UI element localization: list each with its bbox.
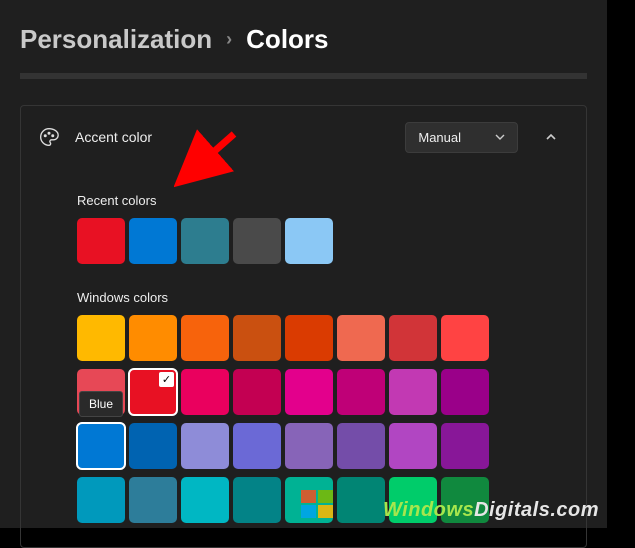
windows-colors-grid: ✓ Blue [77,315,530,527]
accent-mode-value: Manual [418,130,461,145]
recent-colors-heading: Recent colors [77,193,530,208]
check-icon: ✓ [159,372,174,387]
accent-color-header: Accent color Manual [21,106,586,169]
recent-color-swatch[interactable] [129,218,177,264]
windows-color-swatch[interactable] [233,477,281,523]
windows-color-swatch[interactable] [181,423,229,469]
windows-color-swatch[interactable] [129,315,177,361]
recent-colors-row [77,218,530,264]
windows-color-swatch[interactable] [233,423,281,469]
windows-color-swatch[interactable] [337,369,385,415]
windows-color-swatch[interactable] [285,477,333,523]
windows-color-swatch[interactable] [389,315,437,361]
windows-color-swatch[interactable] [337,315,385,361]
windows-color-swatch[interactable] [441,423,489,469]
accent-mode-dropdown[interactable]: Manual [405,122,518,153]
color-tooltip: Blue [79,391,123,417]
recent-color-swatch[interactable] [181,218,229,264]
windows-color-swatch[interactable] [129,423,177,469]
chevron-right-icon: › [226,29,232,50]
windows-colors-heading: Windows colors [77,290,530,305]
recent-color-swatch[interactable] [77,218,125,264]
windows-color-swatch[interactable] [181,315,229,361]
chevron-up-icon [545,131,557,143]
windows-color-swatch[interactable] [389,369,437,415]
windows-color-swatch[interactable] [181,369,229,415]
windows-color-swatch[interactable]: Blue [77,423,125,469]
windows-color-swatch[interactable] [181,477,229,523]
windows-color-swatch[interactable] [285,369,333,415]
windows-color-swatch[interactable] [233,315,281,361]
accent-color-panel: Accent color Manual Recent colors Window… [20,105,587,548]
recent-color-swatch[interactable] [233,218,281,264]
collapse-button[interactable] [534,120,568,154]
windows-color-swatch[interactable] [441,369,489,415]
windows-color-swatch[interactable] [233,369,281,415]
accent-color-label: Accent color [75,129,389,145]
windows-color-swatch[interactable] [441,477,489,523]
palette-icon [39,127,59,147]
windows-color-swatch[interactable] [77,477,125,523]
windows-color-swatch[interactable]: ✓ [129,369,177,415]
progress-bar [20,73,587,79]
windows-color-swatch[interactable] [337,423,385,469]
breadcrumb: Personalization › Colors [20,24,587,55]
windows-color-swatch[interactable] [389,423,437,469]
windows-color-swatch[interactable] [441,315,489,361]
recent-color-swatch[interactable] [285,218,333,264]
windows-color-swatch[interactable] [129,477,177,523]
windows-color-swatch[interactable] [389,477,437,523]
breadcrumb-parent[interactable]: Personalization [20,24,212,55]
windows-color-swatch[interactable] [77,315,125,361]
chevron-down-icon [495,132,505,142]
windows-color-swatch[interactable] [285,423,333,469]
windows-color-swatch[interactable] [285,315,333,361]
windows-color-swatch[interactable] [337,477,385,523]
breadcrumb-current: Colors [246,24,328,55]
